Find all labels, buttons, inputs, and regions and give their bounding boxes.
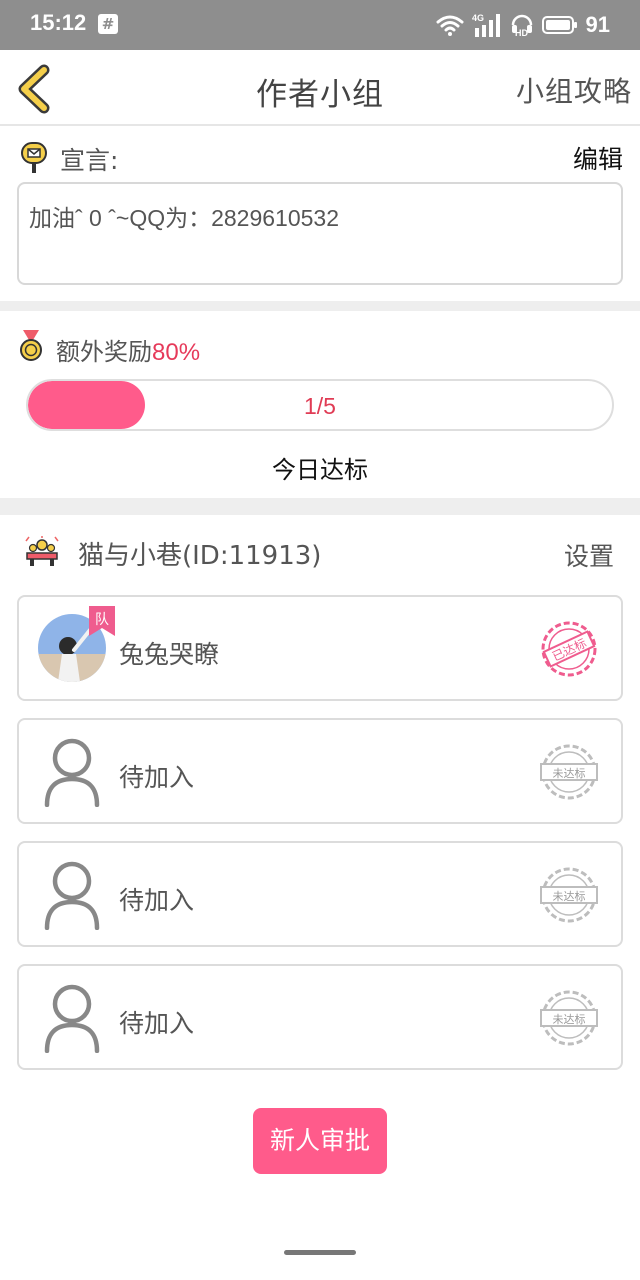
progress-text: 1/5 bbox=[304, 393, 336, 419]
stamp-icon: 未达标 bbox=[540, 744, 598, 800]
group-guide-link[interactable]: 小组攻略 bbox=[516, 70, 632, 110]
stamp-text: 未达标 bbox=[553, 889, 586, 903]
stamp-icon: 已达标 bbox=[541, 621, 597, 677]
status-bar: 15:12 # 4G HD 91 bbox=[0, 0, 640, 50]
edit-button[interactable]: 编辑 bbox=[573, 140, 623, 176]
member-card[interactable]: 队 兔兔哭瞭 已达标 bbox=[17, 595, 623, 701]
mailbox-icon bbox=[21, 142, 47, 173]
member-name: 待加入 bbox=[119, 886, 195, 915]
member-card[interactable]: 待加入 未达标 bbox=[17, 718, 623, 824]
battery-level: 91 bbox=[585, 12, 610, 37]
battery-icon bbox=[541, 16, 577, 34]
member-name: 兔兔哭瞭 bbox=[119, 640, 220, 669]
bonus-percent: 80% bbox=[152, 339, 201, 366]
person-icon bbox=[44, 861, 100, 930]
manifesto-text: 加油ˆ 0 ˆ~QQ为：2829610532 bbox=[17, 182, 623, 285]
team-name: 猫与小巷(ID:11913) bbox=[78, 541, 322, 571]
section-divider bbox=[0, 498, 640, 515]
bonus-label-text: 额外奖励 bbox=[56, 338, 152, 366]
captain-badge: 队 bbox=[89, 606, 115, 636]
signal-icon: 4G bbox=[472, 13, 500, 37]
member-name: 待加入 bbox=[119, 1009, 195, 1038]
progress-bar: 1/5 bbox=[26, 379, 614, 431]
status-icons: 4G HD 91 bbox=[436, 8, 610, 42]
section-divider bbox=[0, 301, 640, 311]
settings-link[interactable]: 设置 bbox=[564, 537, 614, 573]
person-icon bbox=[44, 738, 100, 807]
stamp-text: 未达标 bbox=[553, 766, 586, 780]
home-indicator[interactable] bbox=[284, 1250, 356, 1255]
medal-icon bbox=[20, 330, 42, 361]
manifesto-label: 宣言: bbox=[60, 146, 119, 175]
hd-label: HD bbox=[515, 28, 528, 37]
member-card[interactable]: 待加入 未达标 bbox=[17, 964, 623, 1070]
member-card[interactable]: 待加入 未达标 bbox=[17, 841, 623, 947]
stamp-icon: 未达标 bbox=[540, 990, 598, 1046]
bonus-label: 额外奖励80% bbox=[56, 332, 200, 367]
stamp-text: 未达标 bbox=[553, 1012, 586, 1026]
team-icon bbox=[25, 536, 59, 566]
status-time: 15:12 bbox=[30, 10, 87, 35]
wifi-icon bbox=[436, 15, 464, 36]
header: 作者小组 小组攻略 bbox=[0, 50, 640, 126]
notification-icon: # bbox=[98, 14, 118, 34]
captain-badge-text: 队 bbox=[95, 612, 109, 628]
member-name: 待加入 bbox=[119, 763, 195, 792]
today-status-label: 今日达标 bbox=[272, 456, 368, 484]
hd-icon: HD bbox=[511, 14, 532, 37]
person-icon bbox=[44, 984, 100, 1053]
new-member-approval-button[interactable]: 新人审批 bbox=[253, 1108, 387, 1174]
network-label: 4G bbox=[472, 13, 484, 23]
stamp-icon: 未达标 bbox=[540, 867, 598, 923]
